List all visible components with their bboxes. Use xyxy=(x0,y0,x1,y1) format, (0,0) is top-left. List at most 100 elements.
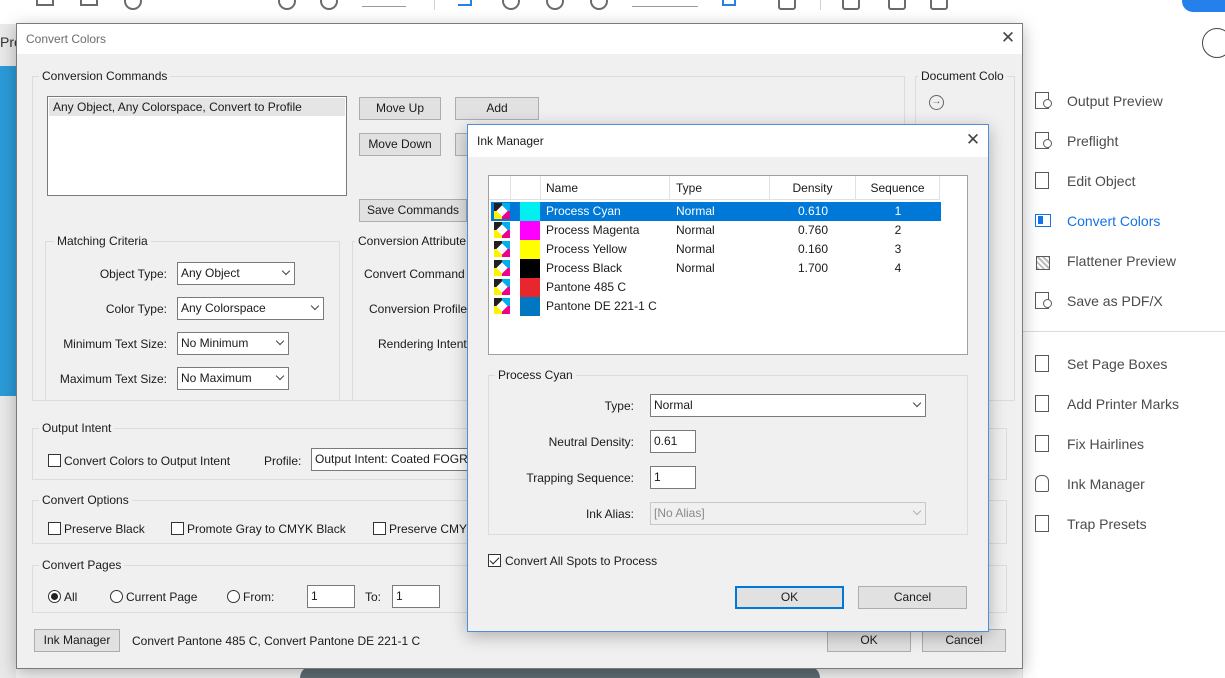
toolbar-next-page-icon[interactable] xyxy=(320,0,338,10)
close-icon[interactable]: ✕ xyxy=(965,131,981,148)
tool-add-printer-marks[interactable]: Add Printer Marks xyxy=(1032,392,1179,416)
chevron-down-icon xyxy=(276,374,284,382)
preserve-black-checkbox[interactable] xyxy=(48,522,61,535)
tool-label: Preflight xyxy=(1067,133,1119,149)
tool-fix-hairlines[interactable]: Fix Hairlines xyxy=(1032,432,1144,456)
toolbar-zoom-out-icon[interactable] xyxy=(546,0,564,10)
convert-to-output-intent-checkbox[interactable] xyxy=(48,454,61,467)
object-type-select[interactable]: Any Object xyxy=(177,262,295,285)
ink-manager-button[interactable]: Ink Manager xyxy=(34,629,120,652)
output-intent-profile-select[interactable]: Output Intent: Coated FOGRA xyxy=(311,448,473,471)
name-column-header[interactable]: Name xyxy=(541,176,670,200)
toolbar-mail-icon[interactable] xyxy=(80,0,98,6)
toolbar-sign-icon[interactable] xyxy=(930,0,948,10)
move-down-button[interactable]: Move Down xyxy=(359,133,441,156)
color-type-select[interactable]: Any Colorspace xyxy=(177,297,324,320)
tool-set-page-boxes[interactable]: Set Page Boxes xyxy=(1032,352,1167,376)
neutral-density-input[interactable]: 0.61 xyxy=(650,430,696,453)
cancel-button[interactable]: Cancel xyxy=(922,629,1006,652)
toolbar-comment-icon[interactable] xyxy=(842,0,860,10)
toolbar-zoom-in-icon[interactable] xyxy=(590,0,608,10)
tool-ink-manager[interactable]: Ink Manager xyxy=(1032,472,1145,496)
ink-density: 1.700 xyxy=(797,261,829,275)
preserve-cmyk-checkbox[interactable] xyxy=(373,522,386,535)
tool-edit-object[interactable]: Edit Object xyxy=(1032,169,1135,193)
ink-manager-icon xyxy=(1032,473,1056,495)
toolbar-fit-page-icon[interactable] xyxy=(722,0,736,6)
toolbar-hand-icon[interactable] xyxy=(502,0,520,10)
toolbar-folder-icon[interactable] xyxy=(36,0,54,6)
sequence-column-header[interactable]: Sequence xyxy=(856,176,940,200)
ok-button[interactable]: OK xyxy=(735,586,844,609)
move-up-button[interactable]: Move Up xyxy=(359,97,441,120)
trapping-sequence-input[interactable]: 1 xyxy=(650,466,696,489)
current-page-radio[interactable] xyxy=(110,590,123,603)
ok-button[interactable]: OK xyxy=(827,629,911,652)
rendering-intent-label: Rendering Intent xyxy=(378,337,467,351)
ink-name: Pantone DE 221-1 C xyxy=(546,299,657,313)
table-row[interactable]: Process Yellow Normal 0.160 3 xyxy=(491,240,941,259)
pages-all-radio[interactable] xyxy=(48,590,61,603)
convert-to-output-intent-label: Convert Colors to Output Intent xyxy=(64,454,231,468)
neutral-density-label: Neutral Density: xyxy=(548,435,634,449)
chevron-down-icon xyxy=(282,269,290,277)
min-text-size-label: Minimum Text Size: xyxy=(63,337,167,351)
tool-output-preview[interactable]: Output Preview xyxy=(1032,89,1163,113)
toolbar-separator xyxy=(820,0,821,10)
close-icon[interactable]: ✕ xyxy=(1000,29,1016,46)
type-column-header[interactable]: Type xyxy=(670,176,770,200)
dialog-title: Convert Colors xyxy=(26,32,107,46)
promote-gray-checkbox[interactable] xyxy=(171,522,184,535)
dialog-title: Ink Manager xyxy=(477,134,544,148)
ink-name: Pantone 485 C xyxy=(546,280,627,294)
from-page-input[interactable]: 1 xyxy=(307,585,355,608)
tool-save-pdfx[interactable]: Save as PDF/X xyxy=(1032,289,1163,313)
group-title: Conversion Commands xyxy=(39,69,171,83)
convert-all-spots-label: Convert All Spots to Process xyxy=(505,554,658,568)
toolbar-highlight-icon[interactable] xyxy=(888,0,906,10)
ink-type: Normal xyxy=(676,261,715,275)
save-commands-button[interactable]: Save Commands xyxy=(359,199,467,222)
max-text-size-select[interactable]: No Maximum xyxy=(177,367,289,390)
dialog-titlebar: Ink Manager ✕ xyxy=(468,125,988,157)
commands-list[interactable]: Any Object, Any Colorspace, Convert to P… xyxy=(47,96,347,196)
min-text-size-select[interactable]: No Minimum xyxy=(177,332,289,355)
chevron-down-icon xyxy=(276,339,284,347)
table-row[interactable]: Pantone DE 221-1 C xyxy=(491,297,941,316)
select-value: Output Intent: Coated FOGRA xyxy=(315,452,473,466)
tool-flattener-preview[interactable]: Flattener Preview xyxy=(1032,249,1176,273)
tool-label: Ink Manager xyxy=(1067,476,1145,492)
tool-label: Save as PDF/X xyxy=(1067,293,1163,309)
ink-name: Process Cyan xyxy=(546,204,621,218)
convert-all-spots-checkbox[interactable] xyxy=(488,554,501,567)
toolbar-search-icon[interactable] xyxy=(124,0,142,10)
color-type-label: Color Type: xyxy=(105,302,167,316)
toolbar-page-field[interactable] xyxy=(362,6,406,7)
tool-trap-presets[interactable]: Trap Presets xyxy=(1032,512,1147,536)
tool-label: Edit Object xyxy=(1067,173,1136,189)
share-button[interactable] xyxy=(1182,0,1225,12)
arrow-right-icon[interactable]: → xyxy=(929,95,944,110)
tool-preflight[interactable]: Preflight xyxy=(1032,129,1118,153)
table-row[interactable]: Process Magenta Normal 0.760 2 xyxy=(491,221,941,240)
ink-name: Process Magenta xyxy=(546,223,640,237)
panel-toggle-icon[interactable] xyxy=(1202,28,1225,58)
density-column-header[interactable]: Density xyxy=(770,176,856,200)
from-radio[interactable] xyxy=(227,590,240,603)
table-row[interactable]: Pantone 485 C xyxy=(491,278,941,297)
ink-type-select[interactable]: Normal xyxy=(650,394,926,417)
table-row[interactable]: Process Black Normal 1.700 4 xyxy=(491,259,941,278)
tool-convert-colors[interactable]: Convert Colors xyxy=(1032,209,1160,233)
toolbar-select-icon[interactable] xyxy=(458,0,472,6)
toolbar-zoom-field[interactable] xyxy=(632,6,698,7)
toolbar-prev-page-icon[interactable] xyxy=(278,0,296,10)
to-page-input[interactable]: 1 xyxy=(392,585,440,608)
ink-density: 0.160 xyxy=(797,242,829,256)
toolbar-download-icon[interactable] xyxy=(778,0,796,10)
inks-table[interactable]: Name Type Density Sequence Process Cyan … xyxy=(488,175,968,355)
left-nav-highlight xyxy=(0,66,16,396)
add-button[interactable]: Add xyxy=(455,97,539,120)
cancel-button[interactable]: Cancel xyxy=(858,586,967,609)
table-row[interactable]: Process Cyan Normal 0.610 1 xyxy=(491,202,941,221)
list-item[interactable]: Any Object, Any Colorspace, Convert to P… xyxy=(49,98,345,116)
